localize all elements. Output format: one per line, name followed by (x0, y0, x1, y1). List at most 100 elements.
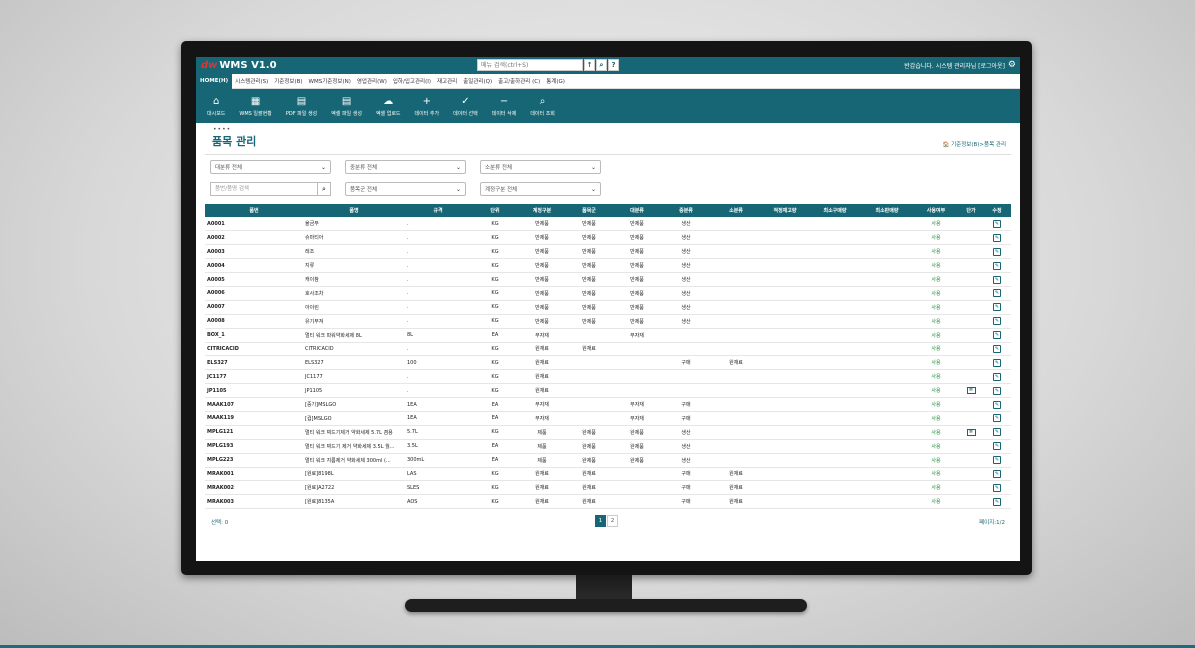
table-row[interactable]: MAAK107 [중기]MSLGO 1EA EA 부자재 부자재 구매 사용 ✎ (205, 397, 1011, 412)
edit-icon[interactable]: ✎ (993, 372, 1001, 381)
edit-icon[interactable]: ✎ (993, 247, 1001, 256)
column-header[interactable]: 최소구매량 (809, 204, 861, 217)
column-header[interactable]: 단위 (471, 204, 519, 217)
edit-icon[interactable]: ✎ (993, 414, 1001, 423)
edit-icon[interactable]: ✎ (993, 497, 1001, 506)
toolbar-button[interactable]: ☁ 엑셀 업로드 (376, 96, 401, 117)
edit-icon[interactable]: ✎ (993, 428, 1001, 437)
column-header[interactable]: 수정 (983, 204, 1011, 217)
price-list-icon[interactable]: ≣ (966, 387, 976, 395)
column-header[interactable]: 중분류 (661, 204, 711, 217)
menu-item[interactable]: WMS기준정보(N) (306, 77, 354, 85)
toolbar-button[interactable]: ▤ 엑셀 파일 생성 (331, 96, 362, 117)
price-list-icon[interactable]: ≣ (966, 428, 976, 436)
up-arrow-icon[interactable]: ↑ (584, 59, 595, 71)
menu-item[interactable]: 출일관리(Q) (460, 77, 495, 85)
menu-item[interactable]: 재고관리 (434, 77, 460, 85)
table-row[interactable]: BOX_1 멀티 워크 파워약화세제 8L 8L EA 부자재 부자재 사용 ✎ (205, 328, 1011, 343)
column-header[interactable]: 최소판매량 (861, 204, 913, 217)
table-row[interactable]: A0004 지류. KG 반제품 반제품 반제품 생산 사용 ✎ (205, 258, 1011, 274)
edit-icon[interactable]: ✎ (993, 331, 1001, 340)
edit-icon[interactable]: ✎ (993, 317, 1001, 326)
column-header[interactable]: 단가 (959, 204, 983, 217)
gear-icon[interactable]: ⚙ (1008, 60, 1016, 70)
search-icon[interactable]: ⌕ (318, 182, 331, 196)
table-row[interactable]: JP1105 JP1105. KG 원재료 사용 ≣ ✎ (205, 383, 1011, 399)
edit-icon[interactable]: ✎ (993, 261, 1001, 270)
column-header[interactable]: 사용여부 (913, 204, 959, 217)
item-group-select[interactable]: 품목군 전체 ⌄ (345, 182, 466, 196)
menu-item[interactable]: 통계(G) (543, 77, 568, 85)
edit-icon[interactable]: ✎ (993, 303, 1001, 312)
edit-icon[interactable]: ✎ (993, 456, 1001, 465)
column-header[interactable]: 소분류 (711, 204, 761, 217)
search-icon[interactable]: ⌕ (596, 59, 607, 71)
menu-item[interactable]: HOME(H) (196, 73, 233, 89)
edit-icon[interactable]: ✎ (993, 219, 1001, 228)
menu-item[interactable]: 출고/출하관리 (C) (495, 77, 543, 85)
table-cell: 생산 (661, 439, 711, 454)
table-row[interactable]: MRAK003 [원료]8135A AOS KG 원재료 원재료 구매 원재료 사용 ✎ (205, 494, 1011, 510)
edit-icon[interactable]: ✎ (993, 400, 1001, 409)
toolbar-button[interactable]: − 데이터 삭제 (492, 96, 517, 117)
toolbar-button[interactable]: ▦ WMS 일괄현황 (239, 96, 271, 117)
table-row[interactable]: A0006 호사조차. KG 반제품 반제품 반제품 생산 사용 ✎ (205, 286, 1011, 301)
edit-icon[interactable]: ✎ (993, 442, 1001, 451)
table-row[interactable]: A0001 율금무. KG 반제품 반제품 반제품 생산 사용 ✎ (205, 217, 1011, 232)
table-row[interactable]: MRAK002 [원료]A2722 SLES KG 원재료 원재료 구매 원재료 사용 ✎ (205, 480, 1011, 496)
column-header[interactable]: 대분류 (613, 204, 661, 217)
table-row[interactable]: JC1177 JC1177. KG 원재료 사용 ✎ (205, 369, 1011, 385)
edit-icon[interactable]: ✎ (993, 344, 1001, 353)
table-cell: ✎ (983, 355, 1011, 371)
column-header[interactable]: 품목군 (565, 204, 613, 217)
table-row[interactable]: A0007 아이린. KG 반제품 반제품 반제품 생산 사용 ✎ (205, 300, 1011, 315)
toolbar-button[interactable]: ▤ PDF 파일 생성 (286, 96, 317, 117)
app-logo[interactable]: dw WMS V1.0 (201, 60, 277, 71)
table-row[interactable]: CITRICACID CITRICACID. KG 원재료 원재료 사용 ✎ (205, 342, 1011, 357)
page-button[interactable]: 1 (595, 515, 606, 528)
column-header[interactable]: 규격 (405, 204, 471, 217)
edit-icon[interactable]: ✎ (993, 483, 1001, 492)
table-row[interactable]: ELS327 ELS327 100 KG 원재료 구매 원재료 사용 ✎ (205, 355, 1011, 371)
table-row[interactable]: MRAK001 [원료]8198L LAS KG 원재료 원재료 구매 원재료 사용 ✎ (205, 467, 1011, 482)
edit-icon[interactable]: ✎ (993, 386, 1001, 395)
table-cell: ELS327 (205, 355, 303, 371)
menu-item[interactable]: 입하/입고관리(I) (390, 77, 434, 85)
edit-icon[interactable]: ✎ (993, 358, 1001, 367)
table-row[interactable]: A0003 레조. KG 반제품 반제품 반제품 생산 사용 ✎ (205, 244, 1011, 260)
edit-icon[interactable]: ✎ (993, 233, 1001, 242)
toolbar-button[interactable]: + 데이터 추가 (415, 96, 440, 117)
toolbar-button[interactable]: ⌂ 대시보드 (207, 96, 225, 117)
breadcrumb[interactable]: 🏠 기준정보(B)>품목 관리 (943, 140, 1007, 148)
column-header[interactable]: 계정구분 (519, 204, 565, 217)
item-search-input[interactable]: 품번/품명 검색 (210, 182, 318, 196)
column-header[interactable]: 품명 (303, 204, 405, 217)
toolbar-button[interactable]: ✓ 데이터 선택 (453, 96, 478, 117)
menu-search-input[interactable] (477, 59, 583, 71)
edit-icon[interactable]: ✎ (993, 289, 1001, 298)
table-row[interactable]: A0005 캐이참. KG 반제품 반제품 반제품 생산 사용 ✎ (205, 272, 1011, 287)
table-row[interactable]: MAAK119 [컵]MSLGO 1EA EA 부자재 부자재 구매 사용 ✎ (205, 411, 1011, 426)
column-header[interactable]: 품번 (205, 204, 303, 217)
table-cell: 완제품 (613, 453, 661, 468)
menu-item[interactable]: 기준정보(B) (271, 77, 305, 85)
menu-item[interactable]: 시스템관리(S) (232, 77, 271, 85)
help-icon[interactable]: ? (608, 59, 619, 71)
toolbar-button[interactable]: ⌕ 데이터 조회 (530, 96, 555, 117)
major-category-select[interactable]: 대분류 전체 ⌄ (210, 160, 331, 174)
table-row[interactable]: MPLG193 멀티 워크 찌드기 제거 약화세제 3.5L 월... 3.5L EA… (205, 439, 1011, 454)
minor-category-select[interactable]: 소분류 전체 ⌄ (480, 160, 601, 174)
account-type-select[interactable]: 계정구분 전체 ⌄ (480, 182, 601, 196)
excel-icon: ▤ (341, 95, 352, 107)
edit-icon[interactable]: ✎ (993, 275, 1001, 284)
column-header[interactable]: 적정재고량 (761, 204, 809, 217)
table-row[interactable]: A0002 슈마티아. KG 반제품 반제품 반제품 생산 사용 ✎ (205, 230, 1011, 246)
table-row[interactable]: A0008 유기부져. KG 반제품 반제품 반제품 생산 사용 ✎ (205, 314, 1011, 329)
greeting-text[interactable]: 반갑습니다. 시스템 관리자님 [로그아웃] (904, 61, 1005, 70)
middle-category-select[interactable]: 중분류 전체 ⌄ (345, 160, 466, 174)
table-row[interactable]: MPLG223 멀티 워크 지름제거 약화세제 300ml (... 300mL EA… (205, 453, 1011, 468)
table-row[interactable]: MPLG121 멀티 워크 찌드기제거 약화세제 5.7L 겸용 5.7L KG 제품 완… (205, 425, 1011, 440)
menu-item[interactable]: 영업관리(W) (354, 77, 390, 85)
page-button[interactable]: 2 (607, 515, 618, 528)
edit-icon[interactable]: ✎ (993, 469, 1001, 478)
